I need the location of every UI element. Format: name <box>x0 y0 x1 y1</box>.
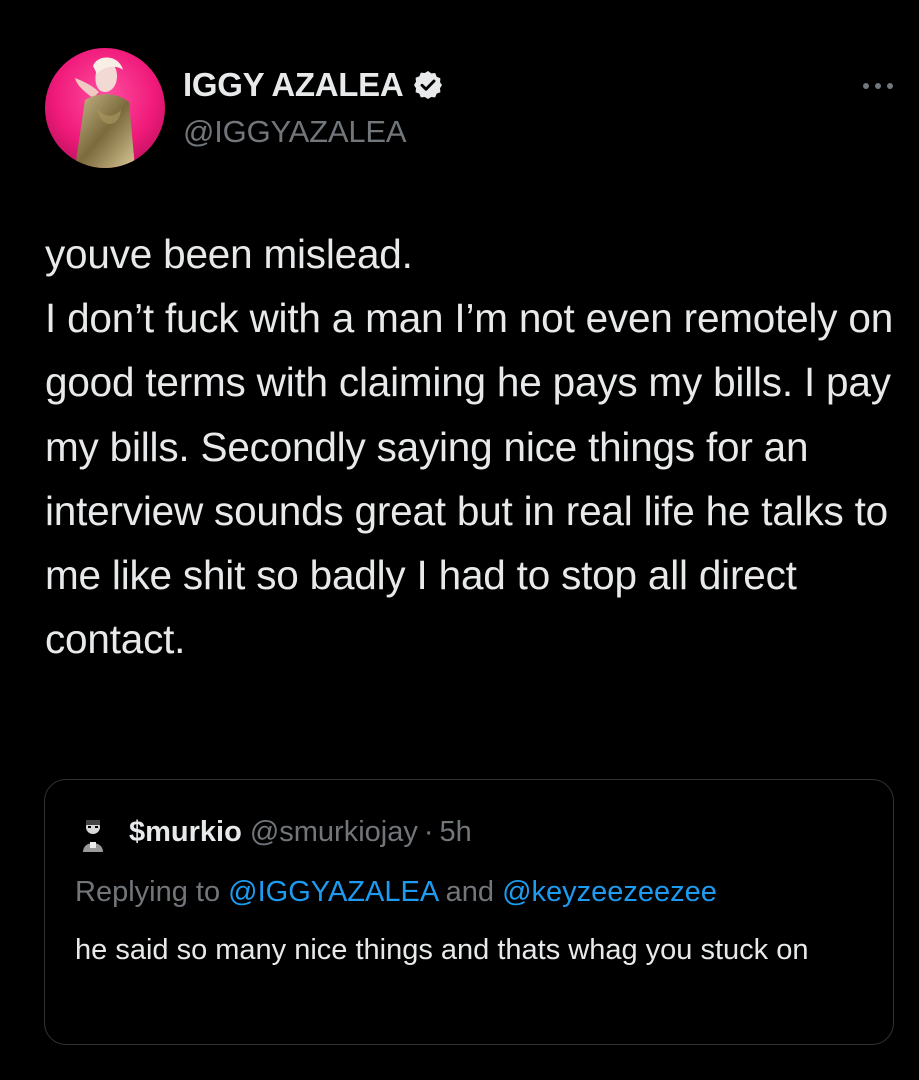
tweet-text: youve been mislead. I don’t fuck with a … <box>45 231 894 663</box>
handle[interactable]: @IGGYAZALEA <box>183 114 407 150</box>
more-horizontal-icon[interactable] <box>858 76 898 96</box>
display-name[interactable]: IGGY AZALEA <box>183 66 444 104</box>
mention-link[interactable]: @keyzeezeezee <box>502 876 717 908</box>
quoted-timestamp[interactable]: 5h <box>440 816 472 849</box>
mention-link[interactable]: @IGGYAZALEA <box>228 876 437 908</box>
quoted-avatar[interactable] <box>77 816 109 852</box>
avatar-image <box>45 48 165 168</box>
quoted-text: he said so many nice things and thats wh… <box>75 934 809 966</box>
display-name-text: IGGY AZALEA <box>183 66 404 103</box>
quoted-tweet[interactable]: $murkio @smurkiojay · 5h Replying to @IG… <box>44 779 894 1045</box>
quoted-display-name[interactable]: $murkio <box>129 816 242 849</box>
verified-badge-icon <box>412 69 444 101</box>
quoted-header: $murkio @smurkiojay · 5h <box>129 816 472 849</box>
tweet: IGGY AZALEA @IGGYAZALEA youve been misle… <box>0 0 919 1080</box>
quoted-handle[interactable]: @smurkiojay <box>250 816 418 849</box>
replying-to: Replying to @IGGYAZALEA and @keyzeezeeze… <box>75 876 717 909</box>
replying-to-label: Replying to <box>75 876 221 908</box>
quoted-separator: · <box>423 816 434 848</box>
and-label: and <box>445 876 495 908</box>
quoted-avatar-icon <box>77 816 109 852</box>
avatar[interactable] <box>45 48 165 168</box>
